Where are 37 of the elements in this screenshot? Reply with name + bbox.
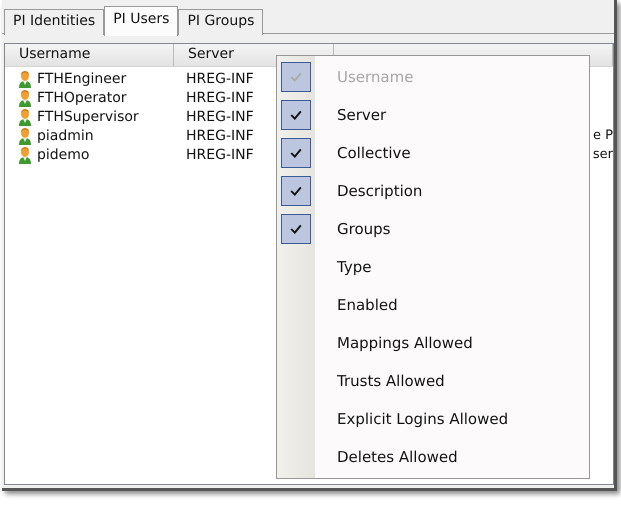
server-cell-text: HREG-INF [185, 128, 255, 144]
user-icon [17, 108, 33, 126]
description-cell: e P [593, 128, 613, 143]
menu-row[interactable]: Mappings Allowed [277, 324, 589, 362]
username-cell: FTHOperator [37, 90, 127, 106]
menu-item[interactable]: Trusts Allowed [337, 372, 445, 390]
menu-item[interactable]: Type [337, 258, 372, 276]
menu-item[interactable]: Server [337, 106, 386, 124]
user-icon [17, 126, 33, 144]
tab[interactable]: PI Identities [4, 9, 104, 35]
menu-item[interactable]: Description [337, 182, 422, 200]
menu-item[interactable]: Deletes Allowed [337, 448, 458, 466]
tab[interactable]: PI Users [104, 6, 178, 36]
user-icon [17, 88, 33, 106]
menu-item[interactable]: Mappings Allowed [337, 334, 473, 352]
menu-row[interactable]: Type [277, 248, 589, 286]
menu-row[interactable]: Enabled [277, 286, 589, 324]
menu-item[interactable]: Explicit Logins Allowed [337, 410, 508, 428]
column-header[interactable]: Username [5, 44, 174, 66]
menu-row[interactable]: Deletes Allowed [277, 438, 589, 476]
server-cell-text: HREG-INF [185, 90, 255, 106]
description-cell: ser [592, 147, 613, 162]
username-cell: pidemo [37, 146, 90, 162]
user-icon [17, 70, 33, 88]
menu-row[interactable]: Trusts Allowed [277, 362, 589, 400]
username-cell: piadmin [37, 128, 94, 144]
user-icon [17, 146, 33, 164]
menu-row[interactable]: Explicit Logins Allowed [277, 400, 589, 438]
menu-item[interactable]: Groups [337, 220, 390, 238]
server-cell-text: HREG-INF [185, 146, 255, 162]
tab[interactable]: PI Groups [178, 9, 264, 35]
server-cell-text: HREG-INF [185, 108, 255, 124]
menu-item[interactable]: Collective [337, 144, 411, 162]
username-cell: FTHEngineer [37, 70, 126, 86]
username-cell: FTHSupervisor [37, 108, 139, 124]
menu-item[interactable]: Enabled [337, 296, 398, 314]
server-cell-text: HREG-INF [185, 70, 255, 86]
